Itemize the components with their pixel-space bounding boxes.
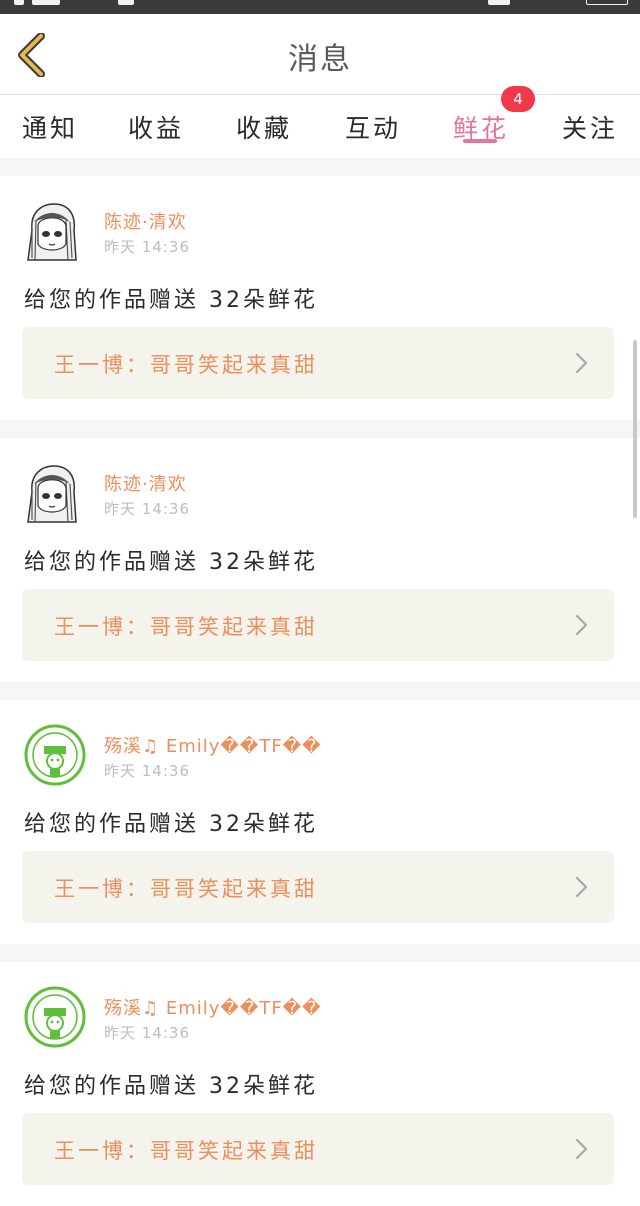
gift-message: 给您的作品赠送 32朵鲜花 — [24, 288, 318, 313]
active-tab-indicator — [463, 139, 497, 143]
page-title: 消息 — [288, 42, 352, 77]
tab-interactions[interactable]: 互动 — [323, 95, 423, 159]
timestamp: 昨天 14:36 — [104, 762, 190, 780]
work-title: 王一博：哥哥笑起来真甜 — [54, 615, 318, 639]
green-stamp-avatar-icon[interactable] — [24, 724, 86, 786]
tab-following[interactable]: 关注 — [540, 95, 640, 159]
work-link[interactable]: 王一博：哥哥笑起来真甜 — [22, 1113, 614, 1185]
chevron-right-icon — [575, 614, 588, 636]
battery-icon — [586, 0, 628, 5]
work-title: 王一博：哥哥笑起来真甜 — [54, 353, 318, 377]
signal-icon — [14, 0, 24, 5]
list-item: 殇溪♫ Emily��TF�� 昨天 14:36 给您的作品赠送 32朵鲜花 王… — [0, 962, 640, 1206]
work-link[interactable]: 王一博：哥哥笑起来真甜 — [22, 851, 614, 923]
work-link[interactable]: 王一博：哥哥笑起来真甜 — [22, 589, 614, 661]
tab-bar: 通知 收益 收藏 互动 鲜花 关注 — [0, 94, 640, 158]
top-navigation-bar: 消息 — [0, 14, 640, 94]
gift-message: 给您的作品赠送 32朵鲜花 — [24, 1074, 318, 1099]
timestamp: 昨天 14:36 — [104, 1024, 190, 1042]
sketch-girl-avatar-icon[interactable] — [24, 462, 80, 524]
sender-name[interactable]: 陈迹·清欢 — [104, 208, 187, 234]
gift-message: 给您的作品赠送 32朵鲜花 — [24, 812, 318, 837]
chevron-right-icon — [575, 876, 588, 898]
list-item: 陈迹·清欢 昨天 14:36 给您的作品赠送 32朵鲜花 王一博：哥哥笑起来真甜 — [0, 176, 640, 420]
chevron-right-icon — [575, 352, 588, 374]
wifi-icon — [118, 0, 134, 5]
carrier-icon — [32, 0, 60, 5]
list-item: 陈迹·清欢 昨天 14:36 给您的作品赠送 32朵鲜花 王一博：哥哥笑起来真甜 — [0, 438, 640, 682]
scrollbar[interactable] — [633, 340, 637, 518]
green-stamp-avatar-icon[interactable] — [24, 986, 86, 1048]
chevron-right-icon — [575, 1138, 588, 1160]
sender-name[interactable]: 殇溪♫ Emily��TF�� — [104, 732, 322, 758]
unread-badge: 4 — [501, 86, 535, 112]
network-icon — [488, 0, 510, 5]
timestamp: 昨天 14:36 — [104, 238, 190, 256]
timestamp: 昨天 14:36 — [104, 500, 190, 518]
list-item: 殇溪♫ Emily��TF�� 昨天 14:36 给您的作品赠送 32朵鲜花 王… — [0, 700, 640, 944]
tab-favorites[interactable]: 收藏 — [214, 95, 314, 159]
sketch-girl-avatar-icon[interactable] — [24, 200, 80, 262]
status-bar — [0, 0, 640, 14]
sender-name[interactable]: 陈迹·清欢 — [104, 470, 187, 496]
tab-earnings[interactable]: 收益 — [106, 95, 206, 159]
sender-name[interactable]: 殇溪♫ Emily��TF�� — [104, 994, 322, 1020]
work-link[interactable]: 王一博：哥哥笑起来真甜 — [22, 327, 614, 399]
tab-notifications[interactable]: 通知 — [0, 95, 100, 159]
gift-message: 给您的作品赠送 32朵鲜花 — [24, 550, 318, 575]
work-title: 王一博：哥哥笑起来真甜 — [54, 1139, 318, 1163]
work-title: 王一博：哥哥笑起来真甜 — [54, 877, 318, 901]
